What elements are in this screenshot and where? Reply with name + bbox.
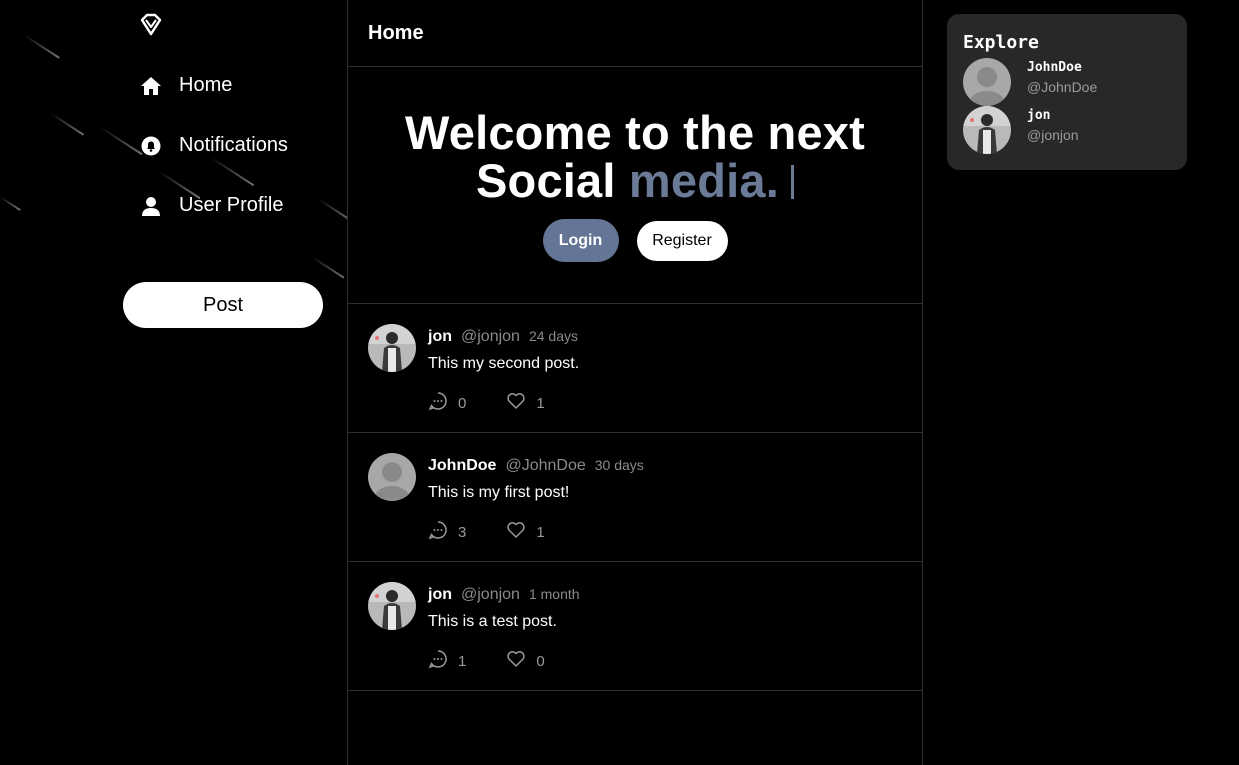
sidebar-item-notifications[interactable]: Notifications <box>140 134 288 157</box>
post-timestamp: 1 month <box>528 586 580 602</box>
like-count: 1 <box>536 523 545 541</box>
like-button[interactable]: 1 <box>506 520 545 544</box>
sidebar: Home Notifications User Profile Post <box>0 0 347 765</box>
avatar <box>963 58 1011 106</box>
login-button[interactable]: Login <box>542 219 619 262</box>
heart-icon <box>506 520 526 544</box>
post-actions: 3 1 <box>428 520 545 544</box>
sidebar-item-label: User Profile <box>179 194 284 216</box>
register-button[interactable]: Register <box>636 221 728 261</box>
post-item[interactable]: jon @jonjon 24 days This my second post.… <box>348 304 922 433</box>
post-text: This is my first post! <box>428 484 570 501</box>
diamond-logo-icon[interactable] <box>138 12 164 38</box>
post-author-name[interactable]: JohnDoe <box>428 457 496 475</box>
sidebar-item-home[interactable]: Home <box>140 74 232 97</box>
post-item[interactable]: jon @jonjon 1 month This is a test post.… <box>348 562 922 691</box>
like-count: 0 <box>536 652 545 670</box>
hero-accent-word: media. <box>628 154 780 207</box>
post-text: This is a test post. <box>428 613 557 630</box>
explore-user-item[interactable]: jon @jonjon <box>963 106 1079 154</box>
bell-icon <box>140 135 162 157</box>
hero-line-1: Welcome to the next <box>405 106 865 159</box>
explore-user-name: jon <box>1027 108 1051 123</box>
post-author-handle[interactable]: @JohnDoe <box>505 457 585 475</box>
hero: Welcome to the next Social media. Login … <box>348 67 922 304</box>
home-icon <box>140 75 162 97</box>
comment-icon <box>428 520 448 544</box>
post-actions: 0 1 <box>428 391 545 415</box>
comment-icon <box>428 391 448 415</box>
heart-icon <box>506 391 526 415</box>
typing-cursor <box>791 165 795 199</box>
comment-count: 0 <box>458 394 467 412</box>
hero-title: Welcome to the next Social media. <box>348 109 922 205</box>
app: Home Notifications User Profile Post Hom… <box>0 0 1239 765</box>
sidebar-item-user-profile[interactable]: User Profile <box>140 194 283 217</box>
sidebar-item-label: Home <box>179 74 233 96</box>
post-timestamp: 24 days <box>528 328 578 344</box>
like-button[interactable]: 0 <box>506 649 545 673</box>
like-count: 1 <box>536 394 545 412</box>
post-author-handle[interactable]: @jonjon <box>461 586 520 604</box>
sidebar-item-label: Notifications <box>179 134 288 156</box>
avatar <box>963 106 1011 154</box>
explore-title: Explore <box>963 32 1039 53</box>
main-feed: Home Welcome to the next Social media. L… <box>347 0 923 765</box>
explore-user-name: JohnDoe <box>1027 60 1082 75</box>
post-author-name[interactable]: jon <box>428 586 452 604</box>
comment-button[interactable]: 0 <box>428 391 466 415</box>
auth-actions: Login Register <box>348 219 922 262</box>
like-button[interactable]: 1 <box>506 391 545 415</box>
avatar[interactable] <box>368 324 416 372</box>
page-title: Home <box>368 22 424 44</box>
explore-panel: Explore JohnDoe @JohnDoe jon @jonjon <box>947 14 1187 170</box>
comment-count: 3 <box>458 523 467 541</box>
heart-icon <box>506 649 526 673</box>
post-author-handle[interactable]: @jonjon <box>461 328 520 346</box>
main-header: Home <box>348 0 922 67</box>
post-item[interactable]: JohnDoe @JohnDoe 30 days This is my firs… <box>348 433 922 562</box>
avatar[interactable] <box>368 582 416 630</box>
post-text: This my second post. <box>428 355 580 372</box>
explore-user-handle: @JohnDoe <box>1027 79 1098 95</box>
post-button[interactable]: Post <box>123 282 323 328</box>
comment-button[interactable]: 1 <box>428 649 466 673</box>
post-timestamp: 30 days <box>594 457 644 473</box>
hero-line-2: Social <box>475 154 616 207</box>
user-icon <box>140 195 162 217</box>
explore-user-handle: @jonjon <box>1027 127 1079 143</box>
comment-icon <box>428 649 448 673</box>
comment-button[interactable]: 3 <box>428 520 466 544</box>
post-author-name[interactable]: jon <box>428 328 452 346</box>
post-actions: 1 0 <box>428 649 545 673</box>
avatar[interactable] <box>368 453 416 501</box>
explore-user-item[interactable]: JohnDoe @JohnDoe <box>963 58 1097 106</box>
comment-count: 1 <box>458 652 467 670</box>
